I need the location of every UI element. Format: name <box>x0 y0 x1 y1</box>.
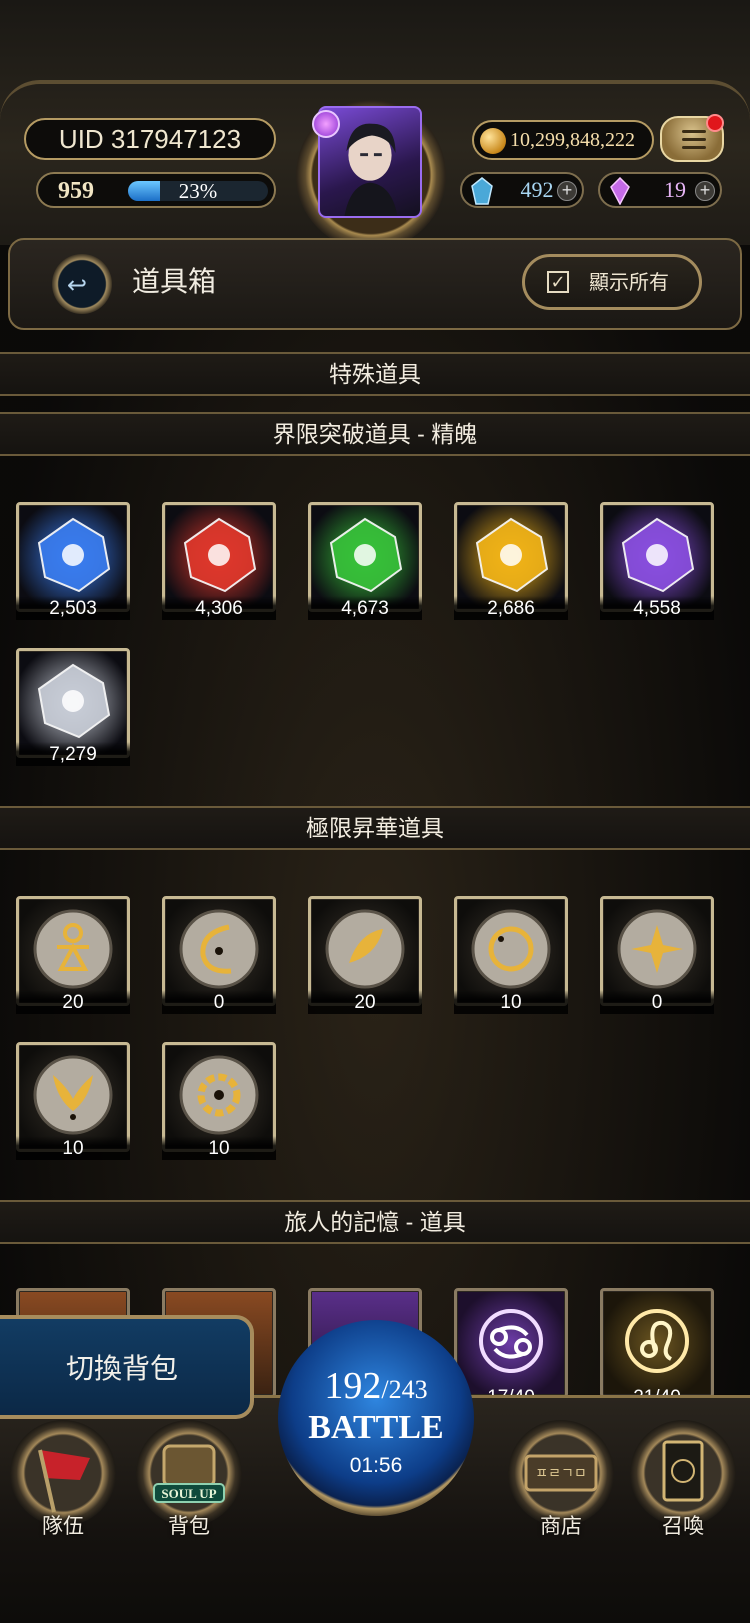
purple-crystal-icon <box>610 177 630 205</box>
section-travel-memory-items: 旅人的記憶 - 道具 <box>0 1200 750 1244</box>
essence-crystal-icon <box>475 517 549 593</box>
sublimation-item[interactable]: 10 <box>454 896 568 1014</box>
essence-item[interactable]: 4,558 <box>600 502 714 620</box>
battle-button[interactable]: 192/243 BATTLE 01:56 <box>278 1320 474 1516</box>
item-count: 10 <box>16 1136 130 1160</box>
item-count: 7,279 <box>16 742 130 766</box>
back-arrow-icon: ↩ <box>67 272 88 299</box>
item-frame <box>600 1288 714 1398</box>
leaf-sigil-icon <box>325 909 405 989</box>
section-essence-items: 界限突破道具 - 精魄 <box>0 412 750 456</box>
item-count: 4,558 <box>600 596 714 620</box>
item-count: 4,306 <box>162 596 276 620</box>
level-bar: 959 23% <box>36 172 276 208</box>
sublimation-item[interactable]: 10 <box>16 1042 130 1160</box>
crescent-sigil-icon <box>179 909 259 989</box>
stamina-current: 192 <box>324 1365 382 1407</box>
switch-bag-button[interactable]: 切換背包 <box>0 1315 254 1419</box>
gold-value: 10,299,848,222 <box>510 129 635 151</box>
add-blue-gem-button[interactable]: + <box>557 181 577 201</box>
essence-item[interactable]: 7,279 <box>16 648 130 766</box>
cancer-zodiac-icon <box>479 1309 543 1373</box>
hamburger-icon <box>682 130 706 154</box>
item-count: 10 <box>162 1136 276 1160</box>
item-count: 0 <box>162 990 276 1014</box>
switch-bag-label: 切換背包 <box>66 1353 179 1384</box>
star-sigil-icon <box>617 909 697 989</box>
essence-item[interactable]: 2,503 <box>16 502 130 620</box>
sublimation-item[interactable]: 20 <box>16 896 130 1014</box>
page-title: 道具箱 <box>132 266 217 297</box>
purple-gem-counter: 19 + <box>598 172 722 208</box>
player-level: 959 <box>58 178 94 204</box>
item-count: 2,686 <box>454 596 568 620</box>
stamina-display: 192/243 <box>278 1364 474 1412</box>
sublimation-item[interactable]: 0 <box>600 896 714 1014</box>
item-count: 0 <box>600 990 714 1014</box>
wing-sigil-icon <box>33 1055 113 1135</box>
nav-bag-label: 背包 <box>168 1515 210 1538</box>
checkbox-checked-icon: ✓ <box>547 271 569 293</box>
blue-gem-counter: 492 + <box>460 172 584 208</box>
avatar-rank-badge-icon <box>312 110 340 138</box>
stamina-max: /243 <box>381 1375 428 1404</box>
essence-crystal-icon <box>37 663 111 739</box>
item-count: 4,673 <box>308 596 422 620</box>
leo-zodiac-icon <box>625 1309 689 1373</box>
show-all-toggle[interactable]: ✓ 顯示所有 <box>522 254 702 310</box>
blue-crystal-icon <box>471 177 493 205</box>
soul-up-badge: SOUL UP <box>161 1486 217 1501</box>
sublimation-item[interactable]: 0 <box>162 896 276 1014</box>
item-count: 20 <box>16 990 130 1014</box>
essence-item[interactable]: 2,686 <box>454 502 568 620</box>
show-all-label: 顯示所有 <box>589 272 669 294</box>
player-avatar-frame[interactable] <box>296 100 446 250</box>
gold-counter: 10,299,848,222 <box>472 120 654 160</box>
exp-percent: 23% <box>178 179 218 203</box>
ankh-sigil-icon <box>33 909 113 989</box>
section-sublimation-items: 極限昇華道具 <box>0 806 750 850</box>
nav-shop-label: 商店 <box>540 1515 582 1538</box>
nav-team-label: 隊伍 <box>42 1515 84 1538</box>
shop-sign-text: ㅍㄹㄱㅁ <box>535 1465 587 1481</box>
essence-item[interactable]: 4,673 <box>308 502 422 620</box>
gold-coin-icon <box>480 128 506 154</box>
essence-crystal-icon <box>329 517 403 593</box>
notification-dot-icon <box>706 114 724 132</box>
sublimation-item[interactable]: 20 <box>308 896 422 1014</box>
essence-crystal-icon <box>183 517 257 593</box>
gear-sigil-icon <box>179 1055 259 1135</box>
ring-sigil-icon <box>471 909 551 989</box>
item-count: 10 <box>454 990 568 1014</box>
add-purple-gem-button[interactable]: + <box>695 181 715 201</box>
section-special-items: 特殊道具 <box>0 352 750 396</box>
essence-item[interactable]: 4,306 <box>162 502 276 620</box>
sublimation-item[interactable]: 10 <box>162 1042 276 1160</box>
essence-crystal-icon <box>37 517 111 593</box>
nav-summon-label: 召喚 <box>662 1515 704 1538</box>
uid-display: UID 317947123 <box>24 118 276 160</box>
battle-label: BATTLE <box>308 1409 444 1446</box>
back-button[interactable]: ↩ <box>52 254 112 314</box>
item-box-title-bar: ↩ 道具箱 ✓ 顯示所有 <box>8 238 742 330</box>
essence-crystal-icon <box>621 517 695 593</box>
item-count: 20 <box>308 990 422 1014</box>
stamina-timer: 01:56 <box>349 1454 403 1477</box>
item-count: 2,503 <box>16 596 130 620</box>
